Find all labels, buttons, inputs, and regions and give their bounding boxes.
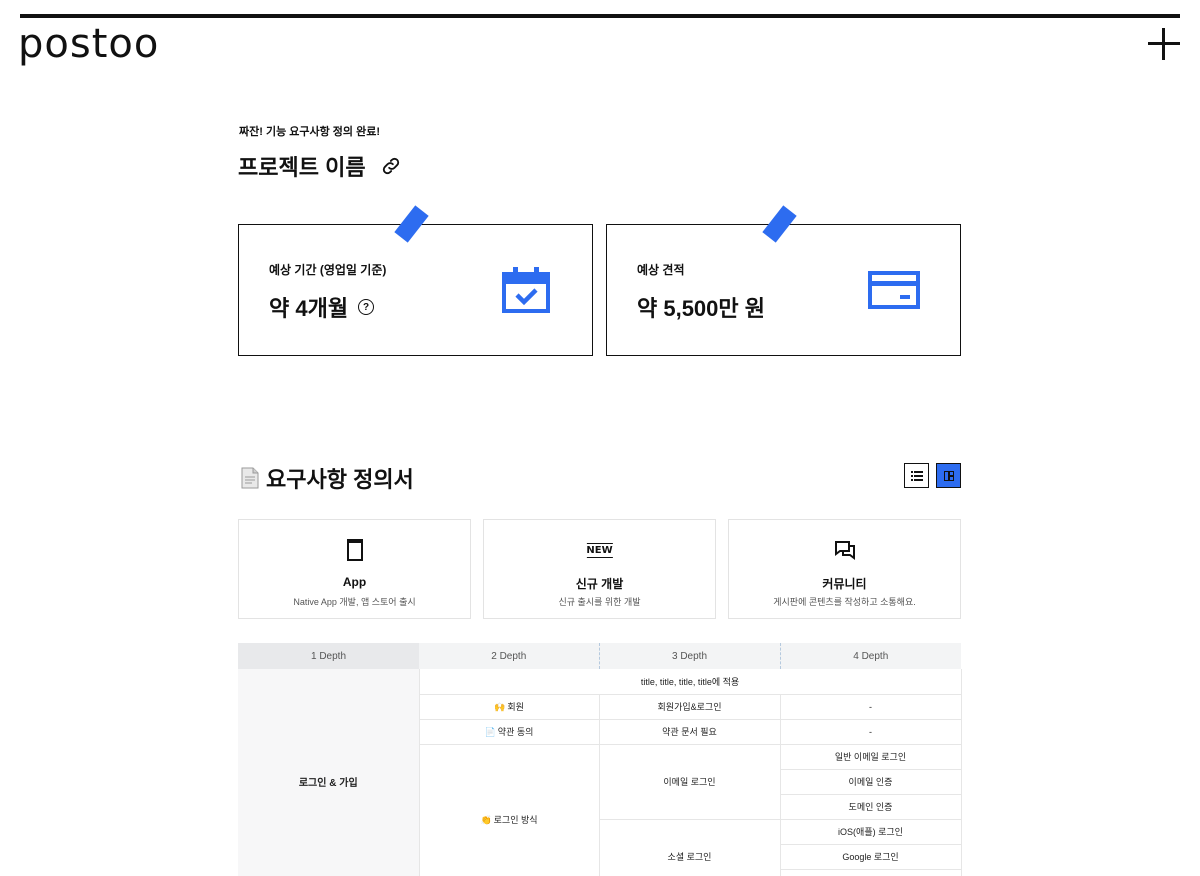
duration-value: 약 4개월 <box>269 296 349 321</box>
help-icon[interactable]: ? <box>358 299 375 315</box>
header-depth-4: 4 Depth <box>780 643 961 669</box>
feature-card-app[interactable]: App Native App 개발, 앱 스토어 출시 <box>238 519 471 619</box>
duration-card: 예상 기간 (영업일 기준) 약 4개월 ? <box>238 205 593 356</box>
tape-decoration <box>394 205 429 243</box>
depth4-cell: iOS(애플) 로그인 <box>780 819 962 845</box>
top-rule <box>20 14 1180 18</box>
feature-title: 신규 개발 <box>575 577 624 591</box>
feature-desc: 신규 출시를 위한 개발 <box>558 597 641 607</box>
depth4-cell: 이메일 인증 <box>780 769 962 795</box>
table-row: 로그인 & 가입 title, title, title, title에 적용 <box>238 669 962 876</box>
feature-card-community[interactable]: 커뮤니티 게시판에 콘텐츠를 작성하고 소통해요. <box>728 519 961 619</box>
feature-card-new[interactable]: NEW 신규 개발 신규 출시를 위한 개발 <box>483 519 716 619</box>
estimate-label: 예상 견적 <box>637 263 685 277</box>
estimate-value: 약 5,500만 원 <box>637 296 765 321</box>
phone-icon <box>346 538 363 562</box>
duration-value-row: 약 4개월 ? <box>269 291 375 323</box>
document-icon <box>240 467 260 489</box>
grid-view-button[interactable] <box>936 463 961 488</box>
page-title: 프로젝트 이름 <box>238 155 366 180</box>
depth1-cell: 로그인 & 가입 <box>238 669 420 876</box>
header-depth-1: 1 Depth <box>238 643 419 669</box>
logo[interactable]: postoo <box>18 22 159 66</box>
calendar-check-icon <box>502 267 550 318</box>
depth3-cell: 소셜 로그인 <box>599 819 781 876</box>
feature-title: App <box>342 575 367 589</box>
depth4-cell: - <box>780 719 962 745</box>
depth2-cell: 👏 로그인 방식 <box>419 744 600 876</box>
plus-icon[interactable] <box>1148 28 1180 60</box>
section-title: 요구사항 정의서 <box>266 467 414 492</box>
link-icon[interactable] <box>380 155 402 177</box>
list-icon <box>910 470 923 481</box>
tape-decoration <box>762 205 797 243</box>
depth3-cell: 이메일 로그인 <box>599 744 781 820</box>
depth4-cell: 일반 이메일 로그인 <box>780 744 962 770</box>
new-icon: NEW <box>586 542 613 558</box>
requirements-table: 1 Depth 2 Depth 3 Depth 4 Depth 로그인 & 가입… <box>238 643 962 876</box>
depth2-cell: 📄 약관 동의 <box>419 719 600 745</box>
depth4-cell: - <box>780 694 962 720</box>
section-title-row: 요구사항 정의서 <box>240 462 414 494</box>
estimate-value-row: 약 5,500만 원 <box>637 291 765 323</box>
table-header-row: 1 Depth 2 Depth 3 Depth 4 Depth <box>238 643 961 669</box>
chat-icon <box>834 538 856 562</box>
depth3-cell: 약관 문서 필요 <box>599 719 781 745</box>
page-title-row: 프로젝트 이름 <box>238 150 402 182</box>
list-view-button[interactable] <box>904 463 929 488</box>
credit-card-icon <box>868 271 920 314</box>
depth3-cell: 회원가입&로그인 <box>599 694 781 720</box>
banner-cell: title, title, title, title에 적용 <box>419 669 962 695</box>
duration-label: 예상 기간 (영업일 기준) <box>269 263 387 277</box>
grid-icon <box>943 470 954 481</box>
header-depth-2: 2 Depth <box>419 643 600 669</box>
depth2-cell: 🙌 회원 <box>419 694 600 720</box>
feature-desc: 게시판에 콘텐츠를 작성하고 소통해요. <box>773 597 916 607</box>
header-depth-3: 3 Depth <box>599 643 781 669</box>
depth4-cell: 도메인 인증 <box>780 794 962 820</box>
page-subtitle: 짜잔! 기능 요구사항 정의 완료! <box>239 126 380 138</box>
feature-title: 커뮤니티 <box>822 577 867 591</box>
estimate-card: 예상 견적 약 5,500만 원 <box>606 205 961 356</box>
depth4-cell <box>780 869 962 876</box>
feature-desc: Native App 개발, 앱 스토어 출시 <box>293 597 416 607</box>
depth4-cell: Google 로그인 <box>780 844 962 870</box>
